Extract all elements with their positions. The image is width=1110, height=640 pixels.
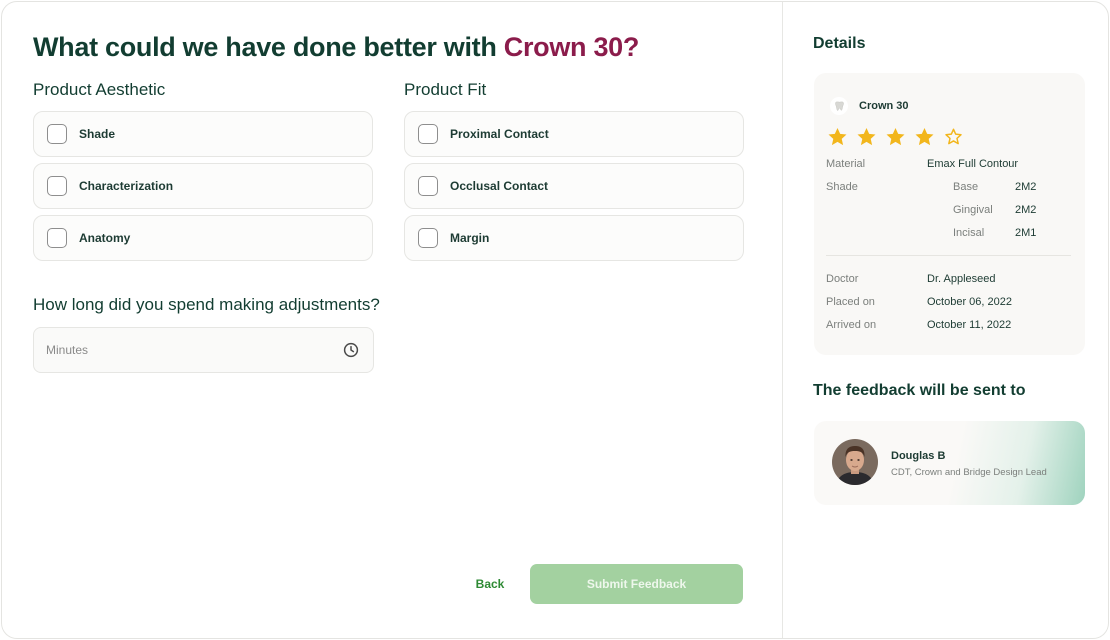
option-anatomy[interactable]: Anatomy: [33, 215, 373, 261]
option-label: Shade: [79, 127, 116, 141]
tooth-icon: [830, 97, 848, 115]
option-label: Characterization: [79, 179, 174, 193]
star-rating: [826, 126, 965, 148]
submit-feedback-button[interactable]: Submit Feedback: [530, 564, 743, 604]
material-label: Material: [826, 158, 866, 170]
feedback-dialog: What could we have done better with Crow…: [1, 1, 1109, 639]
anatomy-checkbox[interactable]: [47, 228, 67, 248]
option-label: Anatomy: [79, 231, 131, 245]
shade-incisal-value: 2M1: [1015, 227, 1037, 239]
recipient-role: CDT, Crown and Bridge Design Lead: [891, 467, 1047, 478]
recipient-name: Douglas B: [891, 450, 946, 462]
product-fit-heading: Product Fit: [404, 80, 487, 99]
arrived-on-label: Arrived on: [826, 319, 877, 331]
star-filled-icon: [886, 128, 905, 146]
star-filled-icon: [857, 128, 876, 146]
minutes-input[interactable]: [46, 343, 343, 357]
product-aesthetic-heading: Product Aesthetic: [33, 80, 166, 99]
clock-icon[interactable]: [343, 342, 359, 358]
product-name: Crown 30: [859, 100, 909, 112]
shade-incisal-label: Incisal: [953, 227, 985, 239]
minutes-field[interactable]: [33, 327, 374, 373]
details-separator: [826, 255, 1071, 256]
star-filled-icon: [915, 128, 934, 146]
shade-gingival-value: 2M2: [1015, 204, 1037, 216]
placed-on-label: Placed on: [826, 296, 875, 308]
arrived-on-value: October 11, 2022: [927, 319, 1012, 331]
back-button[interactable]: Back: [462, 564, 518, 604]
occlusal-contact-checkbox[interactable]: [418, 176, 438, 196]
fit-options: Proximal Contact Occlusal Contact Margin: [404, 111, 744, 267]
material-value: Emax Full Contour: [927, 158, 1019, 170]
product-name-highlight: Crown 30?: [503, 32, 640, 62]
product-row: Crown 30: [830, 97, 909, 115]
option-characterization[interactable]: Characterization: [33, 163, 373, 209]
proximal-contact-checkbox[interactable]: [418, 124, 438, 144]
shade-base-value: 2M2: [1015, 181, 1037, 193]
details-card: Crown 30 Material Emax Full Contour Shad…: [814, 73, 1085, 355]
doctor-label: Doctor: [826, 273, 859, 285]
recipient-card: Douglas B CDT, Crown and Bridge Design L…: [814, 421, 1085, 505]
star-outline-icon: [945, 128, 962, 145]
shade-label: Shade: [826, 181, 858, 193]
details-heading: Details: [813, 35, 866, 52]
margin-checkbox[interactable]: [418, 228, 438, 248]
page-title: What could we have done better with Crow…: [33, 32, 640, 62]
option-label: Margin: [450, 231, 490, 245]
characterization-checkbox[interactable]: [47, 176, 67, 196]
shade-base-label: Base: [953, 181, 979, 193]
pane-divider: [782, 2, 783, 638]
shade-checkbox[interactable]: [47, 124, 67, 144]
recipient-heading: The feedback will be sent to: [813, 382, 1026, 399]
option-shade[interactable]: Shade: [33, 111, 373, 157]
avatar: [832, 439, 878, 485]
option-label: Proximal Contact: [450, 127, 549, 141]
doctor-value: Dr. Appleseed: [927, 273, 996, 285]
option-label: Occlusal Contact: [450, 179, 549, 193]
option-occlusal-contact[interactable]: Occlusal Contact: [404, 163, 744, 209]
placed-on-value: October 06, 2022: [927, 296, 1013, 308]
adjustment-time-question: How long did you spend making adjustment…: [33, 295, 380, 314]
option-margin[interactable]: Margin: [404, 215, 744, 261]
star-filled-icon: [828, 128, 847, 146]
shade-gingival-label: Gingival: [953, 204, 993, 216]
aesthetic-options: Shade Characterization Anatomy: [33, 111, 373, 267]
option-proximal-contact[interactable]: Proximal Contact: [404, 111, 744, 157]
